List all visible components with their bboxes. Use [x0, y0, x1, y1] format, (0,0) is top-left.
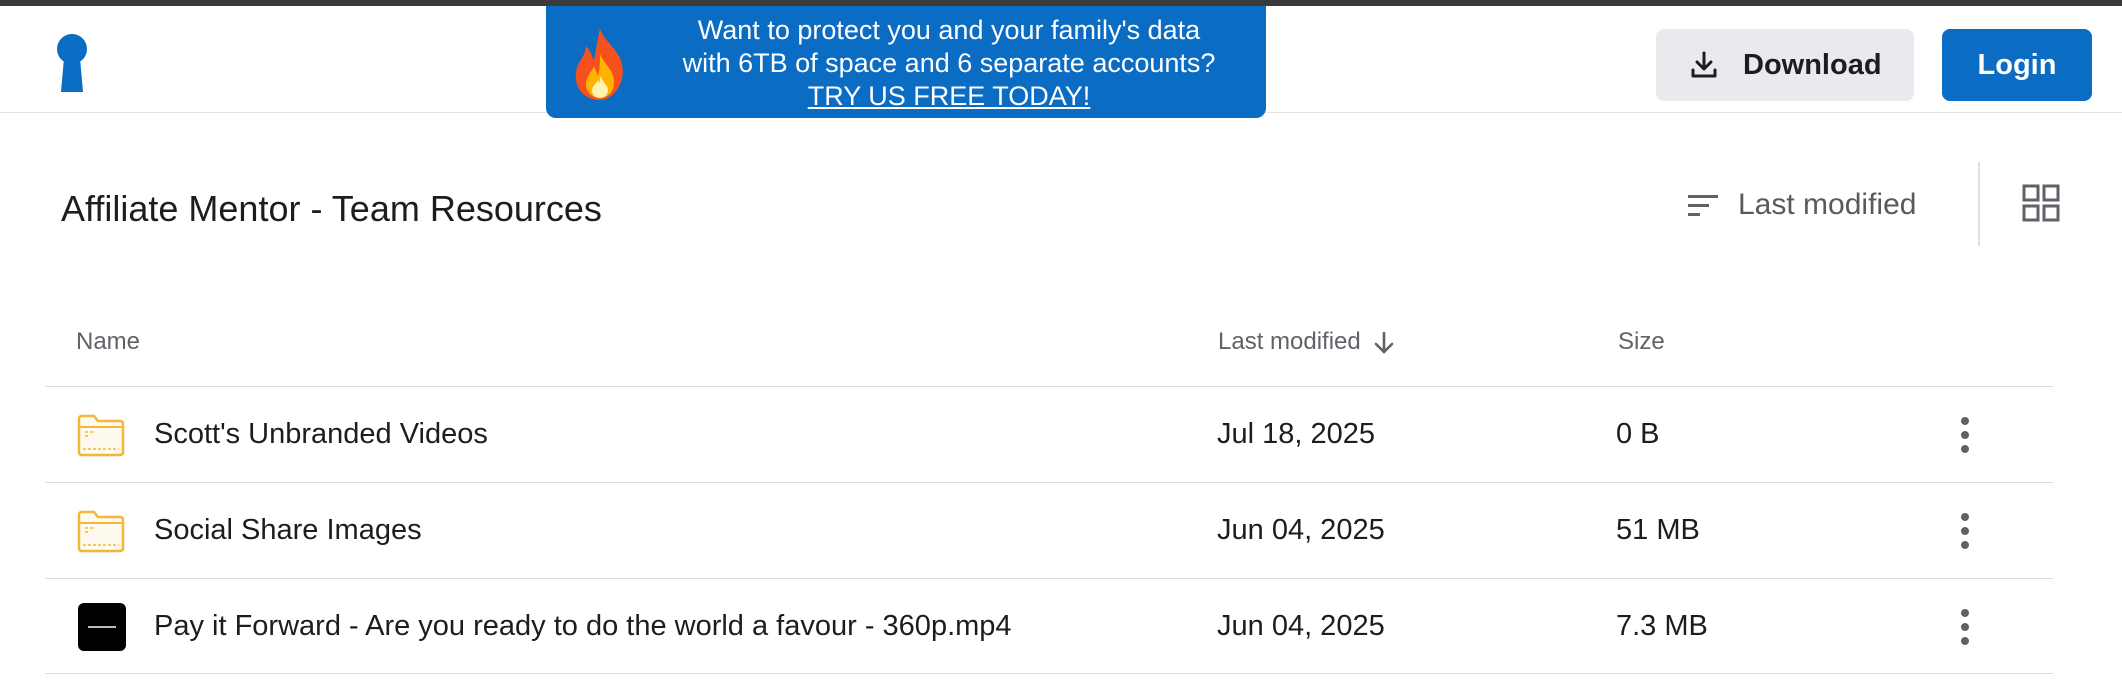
- download-button-label: Download: [1743, 49, 1882, 81]
- row-modified: Jun 04, 2025: [1217, 610, 1385, 642]
- sort-lines-icon: [1688, 195, 1718, 216]
- promo-line-2: with 6TB of space and 6 separate account…: [682, 48, 1216, 78]
- arrow-down-icon: [1374, 331, 1394, 353]
- promo-line-1: Want to protect you and your family's da…: [697, 15, 1201, 45]
- folder-icon: [77, 414, 125, 457]
- download-button[interactable]: Download: [1656, 29, 1914, 101]
- promo-cta-link[interactable]: TRY US FREE TODAY!: [808, 80, 1091, 113]
- toolbar-divider: [1978, 162, 1980, 246]
- more-options-icon[interactable]: [1955, 511, 1975, 551]
- more-options-icon[interactable]: [1955, 415, 1975, 455]
- download-icon: [1691, 51, 1717, 78]
- row-modified: Jun 04, 2025: [1217, 514, 1385, 546]
- promo-banner[interactable]: Want to protect you and your family's da…: [546, 6, 1266, 118]
- table-row[interactable]: Pay it Forward - Are you ready to do the…: [45, 578, 2053, 674]
- row-name[interactable]: Social Share Images: [154, 514, 422, 547]
- more-options-icon[interactable]: [1955, 607, 1975, 647]
- folder-icon: [77, 510, 125, 553]
- row-size: 7.3 MB: [1616, 610, 1708, 642]
- header: Want to protect you and your family's da…: [0, 6, 2122, 118]
- row-size: 51 MB: [1616, 514, 1700, 546]
- column-header-name[interactable]: Name: [76, 328, 140, 356]
- grid-view-icon[interactable]: [2022, 184, 2060, 222]
- row-modified: Jul 18, 2025: [1217, 418, 1376, 450]
- row-name[interactable]: Pay it Forward - Are you ready to do the…: [154, 610, 1012, 643]
- sort-dropdown[interactable]: Last modified: [1680, 180, 1940, 232]
- video-thumbnail: [78, 603, 126, 651]
- login-button[interactable]: Login: [1942, 29, 2092, 101]
- sort-dropdown-label: Last modified: [1738, 188, 1917, 221]
- row-size: 0 B: [1616, 418, 1660, 450]
- column-header-modified[interactable]: Last modified: [1218, 328, 1395, 356]
- login-button-label: Login: [1977, 49, 2057, 81]
- table-row[interactable]: Scott's Unbranded Videos Jul 18, 2025 0 …: [45, 386, 2053, 482]
- video-thumbnail-mark: [88, 626, 116, 628]
- row-name[interactable]: Scott's Unbranded Videos: [154, 418, 488, 451]
- column-header-size[interactable]: Size: [1618, 328, 1665, 356]
- table-row[interactable]: Social Share Images Jun 04, 2025 51 MB: [45, 482, 2053, 578]
- fire-emoji-icon: [575, 28, 623, 100]
- page-title: Affiliate Mentor - Team Resources: [61, 188, 602, 229]
- column-header-modified-label: Last modified: [1218, 328, 1361, 355]
- keyhole-logo-icon[interactable]: [54, 34, 90, 92]
